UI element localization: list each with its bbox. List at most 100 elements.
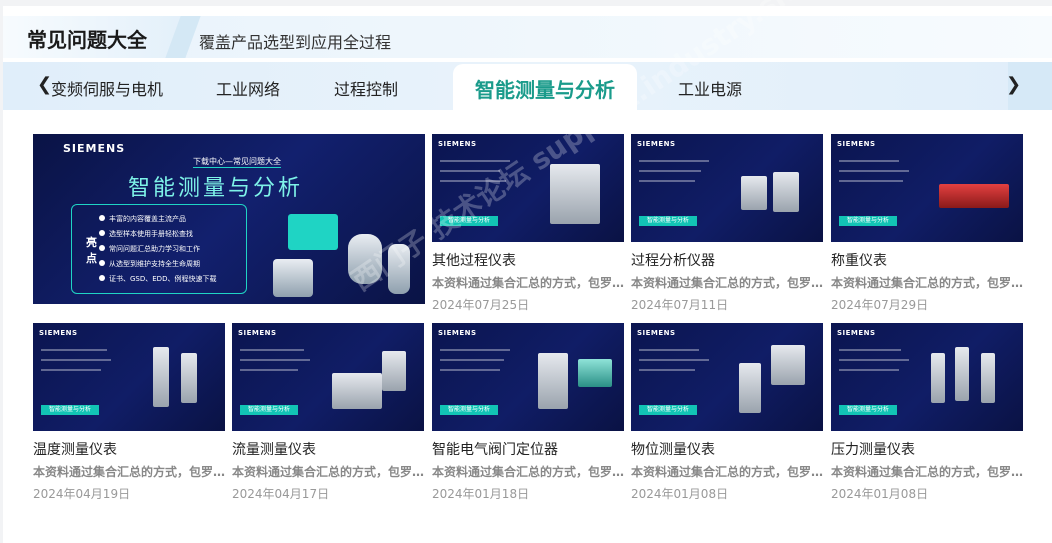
tab-industrial-power[interactable]: 工业电源 xyxy=(678,76,742,100)
doc-card[interactable]: SIEMENS 智能测量与分析 智能电气阀门定位器 本资料通过集合汇总的方式，包… xyxy=(432,323,624,502)
thumb-text-line xyxy=(639,170,701,172)
card-thumbnail[interactable]: SIEMENS 智能测量与分析 xyxy=(232,323,424,431)
banner-point: 丰富的内容覆盖主流产品 xyxy=(99,215,186,223)
card-date: 2024年04月17日 xyxy=(232,487,330,501)
card-date: 2024年01月08日 xyxy=(831,487,929,501)
product-image xyxy=(153,347,169,407)
card-tag: 智能测量与分析 xyxy=(41,405,99,415)
card-description: 本资料通过集合汇总的方式，包罗… xyxy=(232,465,424,479)
card-tag: 智能测量与分析 xyxy=(639,405,697,415)
banner-point: 从选型到维护支持全生命周期 xyxy=(99,260,200,268)
thumb-text-line xyxy=(440,349,510,351)
thumb-text-line xyxy=(839,180,903,182)
siemens-logo: SIEMENS xyxy=(438,140,477,148)
feature-banner[interactable]: SIEMENS 下载中心—常见问题大全 智能测量与分析 亮点 丰富的内容覆盖主流… xyxy=(33,134,425,304)
thumb-text-line xyxy=(41,369,101,371)
card-thumbnail[interactable]: SIEMENS 智能测量与分析 xyxy=(432,323,624,431)
card-thumbnail[interactable]: SIEMENS 智能测量与分析 xyxy=(631,323,823,431)
siemens-logo: SIEMENS xyxy=(837,140,876,148)
card-title[interactable]: 称重仪表 xyxy=(831,250,1023,270)
card-date: 2024年07月29日 xyxy=(831,298,929,312)
thumb-text-line xyxy=(639,369,695,371)
card-thumbnail[interactable]: SIEMENS 智能测量与分析 xyxy=(432,134,624,242)
siemens-logo: SIEMENS xyxy=(637,140,676,148)
thumb-text-line xyxy=(839,160,899,162)
product-image xyxy=(771,345,805,385)
card-tag: 智能测量与分析 xyxy=(440,405,498,415)
tab-drives-motors[interactable]: 变频伺服与电机 xyxy=(51,76,163,100)
doc-card[interactable]: SIEMENS 智能测量与分析 流量测量仪表 本资料通过集合汇总的方式，包罗… … xyxy=(232,323,424,502)
thumb-text-line xyxy=(639,359,709,361)
chevron-left-icon[interactable]: ❮ xyxy=(37,74,52,95)
doc-card[interactable]: SIEMENS 智能测量与分析 过程分析仪器 本资料通过集合汇总的方式，包罗… … xyxy=(631,134,823,313)
card-tag: 智能测量与分析 xyxy=(839,405,897,415)
thumb-text-line xyxy=(639,180,695,182)
card-title[interactable]: 温度测量仪表 xyxy=(33,439,225,459)
page-subtitle: 覆盖产品选型到应用全过程 xyxy=(199,33,392,52)
card-description: 本资料通过集合汇总的方式，包罗… xyxy=(631,276,823,290)
card-thumbnail[interactable]: SIEMENS 智能测量与分析 xyxy=(831,323,1023,431)
product-image xyxy=(981,353,995,403)
banner-small-title: 下载中心—常见问题大全 xyxy=(193,157,281,168)
card-title[interactable]: 物位测量仪表 xyxy=(631,439,823,459)
thumb-text-line xyxy=(41,349,107,351)
product-image xyxy=(538,353,568,409)
card-title[interactable]: 压力测量仪表 xyxy=(831,439,1023,459)
thumb-text-line xyxy=(240,349,304,351)
title-box: 常见问题大全 xyxy=(3,16,183,58)
card-description: 本资料通过集合汇总的方式，包罗… xyxy=(631,465,823,479)
thumb-text-line xyxy=(41,359,111,361)
tab-industrial-network[interactable]: 工业网络 xyxy=(216,76,280,100)
card-description: 本资料通过集合汇总的方式，包罗… xyxy=(432,276,624,290)
siemens-logo: SIEMENS xyxy=(637,329,676,337)
thumb-text-line xyxy=(440,180,506,182)
card-title[interactable]: 智能电气阀门定位器 xyxy=(432,439,624,459)
thumb-text-line xyxy=(839,369,899,371)
card-title[interactable]: 过程分析仪器 xyxy=(631,250,823,270)
doc-card[interactable]: SIEMENS 智能测量与分析 称重仪表 本资料通过集合汇总的方式，包罗… 20… xyxy=(831,134,1023,313)
thumb-text-line xyxy=(440,160,510,162)
product-image xyxy=(332,373,382,409)
product-image xyxy=(939,184,1009,208)
doc-card[interactable]: SIEMENS 智能测量与分析 温度测量仪表 本资料通过集合汇总的方式，包罗… … xyxy=(33,323,225,502)
siemens-logo: SIEMENS xyxy=(837,329,876,337)
tab-process-control[interactable]: 过程控制 xyxy=(334,76,398,100)
banner-point: 证书、GSD、EDD、例程快速下载 xyxy=(98,275,217,283)
thumb-text-line xyxy=(839,359,909,361)
card-tag: 智能测量与分析 xyxy=(639,216,697,226)
thumb-text-line xyxy=(839,170,909,172)
doc-card[interactable]: SIEMENS 智能测量与分析 压力测量仪表 本资料通过集合汇总的方式，包罗… … xyxy=(831,323,1023,502)
product-image xyxy=(382,351,406,391)
page-title: 常见问题大全 xyxy=(27,28,147,52)
doc-card[interactable]: SIEMENS 智能测量与分析 其他过程仪表 本资料通过集合汇总的方式，包罗… … xyxy=(432,134,624,313)
thumb-text-line xyxy=(440,369,500,371)
card-description: 本资料通过集合汇总的方式，包罗… xyxy=(831,465,1023,479)
product-image xyxy=(741,176,767,210)
card-thumbnail[interactable]: SIEMENS 智能测量与分析 xyxy=(631,134,823,242)
siemens-logo: SIEMENS xyxy=(238,329,277,337)
tab-smart-measurement[interactable]: 智能测量与分析 xyxy=(453,64,637,110)
product-image xyxy=(773,172,799,212)
card-tag: 智能测量与分析 xyxy=(839,216,897,226)
product-image xyxy=(348,234,382,284)
card-description: 本资料通过集合汇总的方式，包罗… xyxy=(432,465,624,479)
card-title[interactable]: 其他过程仪表 xyxy=(432,250,624,270)
chevron-right-icon[interactable]: ❯ xyxy=(1006,74,1021,95)
product-image xyxy=(388,244,410,294)
card-thumbnail[interactable]: SIEMENS 智能测量与分析 xyxy=(831,134,1023,242)
product-image xyxy=(739,363,761,413)
siemens-logo: SIEMENS xyxy=(63,142,126,155)
doc-card[interactable]: SIEMENS 智能测量与分析 物位测量仪表 本资料通过集合汇总的方式，包罗… … xyxy=(631,323,823,502)
card-description: 本资料通过集合汇总的方式，包罗… xyxy=(831,276,1023,290)
faq-panel: 常见问题大全 覆盖产品选型到应用全过程 ❮ 变频伺服与电机 工业网络 过程控制 … xyxy=(3,0,1052,543)
product-image xyxy=(288,214,338,250)
card-thumbnail[interactable]: SIEMENS 智能测量与分析 xyxy=(33,323,225,431)
thumb-text-line xyxy=(240,359,310,361)
card-tag: 智能测量与分析 xyxy=(240,405,298,415)
card-description: 本资料通过集合汇总的方式，包罗… xyxy=(33,465,225,479)
card-title[interactable]: 流量测量仪表 xyxy=(232,439,424,459)
card-date: 2024年01月08日 xyxy=(631,487,729,501)
thumb-text-line xyxy=(839,349,901,351)
thumb-text-line xyxy=(639,349,699,351)
product-image xyxy=(955,347,969,401)
